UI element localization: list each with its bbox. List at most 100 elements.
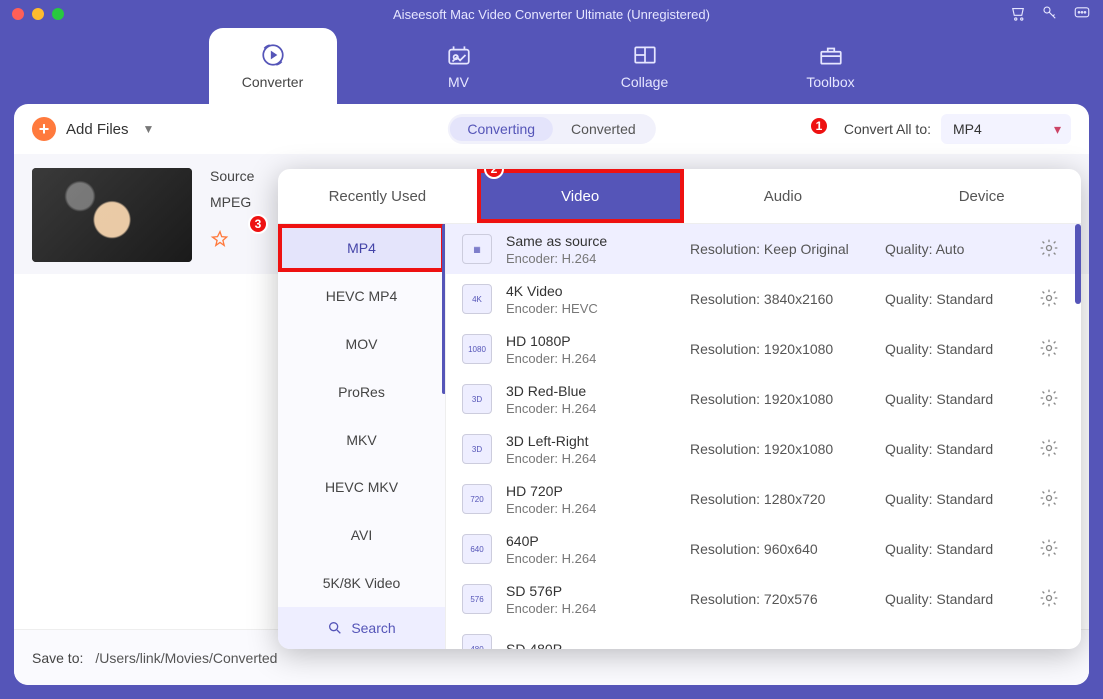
preset-title: 640P xyxy=(506,533,676,549)
preset-resolution: Resolution: 1920x1080 xyxy=(690,341,871,357)
preset-resolution: Resolution: 1280x720 xyxy=(690,491,871,507)
preset-row[interactable]: 4K4K VideoEncoder: HEVCResolution: 3840x… xyxy=(446,274,1081,324)
save-to-label: Save to: xyxy=(32,650,83,666)
format-list[interactable]: MP4 HEVC MP4 MOV ProRes MKV HEVC MKV AVI… xyxy=(278,224,446,649)
effects-icon[interactable] xyxy=(210,230,230,253)
window-title: Aiseesoft Mac Video Converter Ultimate (… xyxy=(0,7,1103,22)
poptab-video[interactable]: Video xyxy=(477,169,684,223)
preset-settings-button[interactable] xyxy=(1039,388,1065,411)
chevron-down-icon[interactable]: ▼ xyxy=(143,122,155,136)
add-files-button[interactable]: + Add Files ▼ xyxy=(32,117,154,141)
preset-encoder: Encoder: H.264 xyxy=(506,601,676,616)
tab-collage[interactable]: Collage xyxy=(581,28,709,104)
preset-list[interactable]: ▦Same as sourceEncoder: H.264Resolution:… xyxy=(446,224,1081,649)
codec-line: MPEG xyxy=(210,194,254,210)
preset-title: Same as source xyxy=(506,233,676,249)
preset-quality: Quality: Auto xyxy=(885,241,1025,257)
source-label: Source xyxy=(210,168,254,184)
preset-row[interactable]: 1080 HD 1080P Encoder: H.264 Resolution: 19… xyxy=(446,324,1081,374)
format-hevc-mp4[interactable]: HEVC MP4 xyxy=(278,272,445,320)
preset-title: SD 480P xyxy=(506,641,676,649)
preset-icon: 3D xyxy=(462,384,492,414)
tab-converter[interactable]: Converter xyxy=(209,28,337,104)
output-format-select[interactable]: MP4 xyxy=(941,114,1071,144)
preset-row[interactable]: 720HD 720PEncoder: H.264Resolution: 1280… xyxy=(446,474,1081,524)
preset-settings-button[interactable] xyxy=(1039,588,1065,611)
preset-row[interactable]: 480 SD 480P xyxy=(446,624,1081,649)
preset-quality: Quality: Standard xyxy=(885,341,1025,357)
preset-settings-button[interactable] xyxy=(1039,238,1065,261)
preset-encoder: Encoder: H.264 xyxy=(506,251,676,266)
preset-row[interactable]: 640 640P Encoder: H.264 Resolution: 960x640… xyxy=(446,524,1081,574)
tab-converting[interactable]: Converting xyxy=(449,117,553,141)
format-search-label: Search xyxy=(351,620,395,636)
zoom-window-button[interactable] xyxy=(52,8,64,20)
format-search[interactable]: Search xyxy=(278,607,445,649)
main-panel: + Add Files ▼ Converting Converted Conve… xyxy=(14,104,1089,685)
preset-resolution: Resolution: 720x576 xyxy=(690,591,871,607)
mv-icon xyxy=(446,42,472,68)
preset-icon: 640 xyxy=(462,534,492,564)
preset-encoder: Encoder: H.264 xyxy=(506,351,676,366)
format-mov[interactable]: MOV xyxy=(278,320,445,368)
preset-resolution: Resolution: Keep Original xyxy=(690,241,871,257)
cart-icon[interactable] xyxy=(1009,4,1027,25)
preset-row[interactable]: 576SD 576PEncoder: H.264Resolution: 720x… xyxy=(446,574,1081,624)
tab-mv[interactable]: MV xyxy=(395,28,523,104)
save-path[interactable]: /Users/link/Movies/Converted xyxy=(95,650,277,666)
feedback-icon[interactable] xyxy=(1073,4,1091,25)
preset-quality: Quality: Standard xyxy=(885,491,1025,507)
preset-settings-button[interactable] xyxy=(1039,288,1065,311)
poptab-audio[interactable]: Audio xyxy=(684,169,883,223)
tab-converted[interactable]: Converted xyxy=(553,117,654,141)
output-format-value: MP4 xyxy=(953,121,982,137)
preset-icon: 1080 xyxy=(462,334,492,364)
preset-encoder: Encoder: H.264 xyxy=(506,501,676,516)
preset-settings-button[interactable] xyxy=(1039,488,1065,511)
preset-quality: Quality: Standard xyxy=(885,441,1025,457)
preset-quality: Quality: Standard xyxy=(885,291,1025,307)
preset-quality: Quality: Standard xyxy=(885,541,1025,557)
format-avi[interactable]: AVI xyxy=(278,511,445,559)
preset-row[interactable]: 3D3D Red-BlueEncoder: H.264Resolution: 1… xyxy=(446,374,1081,424)
preset-row[interactable]: 3D3D Left-RightEncoder: H.264Resolution:… xyxy=(446,424,1081,474)
preset-icon: 720 xyxy=(462,484,492,514)
preset-resolution: Resolution: 3840x2160 xyxy=(690,291,871,307)
preset-title: SD 576P xyxy=(506,583,676,599)
preset-title: HD 1080P xyxy=(506,333,676,349)
poptab-device[interactable]: Device xyxy=(882,169,1081,223)
preset-encoder: Encoder: H.264 xyxy=(506,551,676,566)
toolbox-icon xyxy=(818,42,844,68)
tab-mv-label: MV xyxy=(448,74,469,90)
toolbar: + Add Files ▼ Converting Converted Conve… xyxy=(14,104,1089,154)
format-prores[interactable]: ProRes xyxy=(278,368,445,416)
format-hevc-mkv[interactable]: HEVC MKV xyxy=(278,463,445,511)
preset-icon: 480 xyxy=(462,634,492,649)
preset-settings-button[interactable] xyxy=(1039,338,1065,361)
tab-toolbox[interactable]: Toolbox xyxy=(767,28,895,104)
preset-resolution: Resolution: 960x640 xyxy=(690,541,871,557)
video-thumbnail[interactable] xyxy=(32,168,192,262)
preset-encoder: Encoder: H.264 xyxy=(506,401,676,416)
preset-encoder: Encoder: H.264 xyxy=(506,451,676,466)
preset-icon: 3D xyxy=(462,434,492,464)
format-5k8k[interactable]: 5K/8K Video xyxy=(278,559,445,607)
minimize-window-button[interactable] xyxy=(32,8,44,20)
preset-resolution: Resolution: 1920x1080 xyxy=(690,391,871,407)
preset-scrollbar[interactable] xyxy=(1075,224,1081,304)
plus-icon: + xyxy=(32,117,56,141)
search-icon xyxy=(327,620,343,636)
popover-tabs: Recently Used Video Audio Device xyxy=(278,169,1081,223)
poptab-recent[interactable]: Recently Used xyxy=(278,169,477,223)
preset-row[interactable]: ▦Same as sourceEncoder: H.264Resolution:… xyxy=(446,224,1081,274)
key-icon[interactable] xyxy=(1041,4,1059,25)
format-mkv[interactable]: MKV xyxy=(278,416,445,464)
preset-settings-button[interactable] xyxy=(1039,538,1065,561)
tab-toolbox-label: Toolbox xyxy=(806,74,854,90)
preset-settings-button[interactable] xyxy=(1039,438,1065,461)
convert-all-to-label: Convert All to: xyxy=(844,121,931,137)
close-window-button[interactable] xyxy=(12,8,24,20)
preset-title: 4K Video xyxy=(506,283,676,299)
top-nav: Converter MV Collage Toolbox xyxy=(0,28,1103,104)
format-mp4[interactable]: MP4 xyxy=(278,224,445,272)
